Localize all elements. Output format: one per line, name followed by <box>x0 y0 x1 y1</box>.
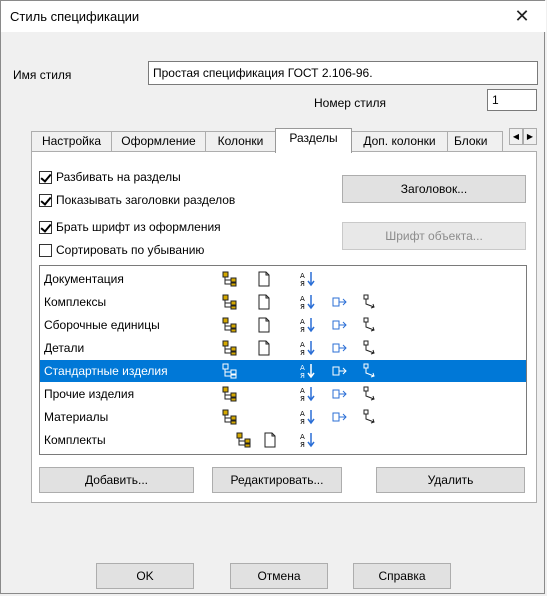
list-item[interactable]: Документация AЯ <box>40 268 526 290</box>
link-icon <box>332 317 348 333</box>
sort-icon: AЯ <box>300 432 316 448</box>
list-item-selected[interactable]: Стандартные изделия AЯ <box>40 360 526 382</box>
link-icon <box>332 363 348 379</box>
tab-settings[interactable]: Настройка <box>31 131 112 152</box>
tree-icon <box>222 386 238 402</box>
object-font-button[interactable]: Шрифт объекта... <box>342 222 526 250</box>
checkbox-box[interactable] <box>39 244 52 257</box>
sort-icon: AЯ <box>300 317 316 333</box>
tab-blocks[interactable]: Блоки <box>447 131 503 152</box>
tab-extra-columns[interactable]: Доп. колонки <box>351 131 448 152</box>
page-icon <box>256 317 272 333</box>
page-icon <box>256 294 272 310</box>
checkbox-box[interactable] <box>39 194 52 207</box>
list-item[interactable]: Прочие изделия AЯ <box>40 383 526 405</box>
svg-text:A: A <box>300 410 305 418</box>
svg-text:A: A <box>300 341 305 349</box>
dialog-title: Стиль спецификации <box>10 9 140 24</box>
tree-icon <box>222 340 238 356</box>
svg-text:Я: Я <box>300 395 305 402</box>
sort-icon: AЯ <box>300 409 316 425</box>
svg-text:Я: Я <box>300 303 305 310</box>
sort-icon: AЯ <box>300 363 316 379</box>
style-name-label: Имя стиля <box>13 68 72 82</box>
cancel-button[interactable]: Отмена <box>230 563 328 589</box>
link-icon <box>332 340 348 356</box>
style-number-label: Номер стиля <box>314 96 386 110</box>
list-item[interactable]: Детали AЯ <box>40 337 526 359</box>
tree-icon <box>222 317 238 333</box>
tab-layout[interactable]: Оформление <box>111 131 206 152</box>
edit-section-button[interactable]: Редактировать... <box>212 467 342 493</box>
svg-text:Я: Я <box>300 349 305 356</box>
delete-section-button[interactable]: Удалить <box>376 467 525 493</box>
arrow-icon <box>362 363 378 379</box>
header-button[interactable]: Заголовок... <box>342 175 526 203</box>
svg-text:Я: Я <box>300 326 305 333</box>
arrow-icon <box>362 386 378 402</box>
sort-icon: AЯ <box>300 386 316 402</box>
list-item[interactable]: Комплексы AЯ <box>40 291 526 313</box>
list-item[interactable]: Комплекты AЯ <box>40 429 526 451</box>
svg-text:A: A <box>300 387 305 395</box>
svg-text:A: A <box>300 318 305 326</box>
checkbox-box[interactable] <box>39 171 52 184</box>
sort-icon: AЯ <box>300 271 316 287</box>
arrow-icon <box>362 340 378 356</box>
arrow-icon <box>362 317 378 333</box>
spec-style-dialog: Стиль спецификации ✕ Имя стиля Простая с… <box>0 0 546 594</box>
svg-text:Я: Я <box>300 280 305 287</box>
tree-icon <box>222 271 238 287</box>
link-icon <box>332 409 348 425</box>
svg-text:Я: Я <box>300 418 305 425</box>
checkbox-box[interactable] <box>39 221 52 234</box>
svg-text:A: A <box>300 364 305 372</box>
link-icon <box>332 386 348 402</box>
svg-text:A: A <box>300 433 305 441</box>
svg-text:Я: Я <box>300 372 305 379</box>
tree-icon <box>222 409 238 425</box>
tab-scroll-left-icon[interactable]: ◀ <box>509 128 523 145</box>
tab-scroll-right-icon[interactable]: ▶ <box>523 128 537 145</box>
svg-text:A: A <box>300 295 305 303</box>
tree-icon <box>222 363 238 379</box>
page-icon <box>256 271 272 287</box>
arrow-icon <box>362 409 378 425</box>
style-name-input[interactable]: Простая спецификация ГОСТ 2.106-96. <box>148 61 538 85</box>
arrow-icon <box>362 294 378 310</box>
add-section-button[interactable]: Добавить... <box>39 467 194 493</box>
svg-text:Я: Я <box>300 441 305 448</box>
list-item[interactable]: Материалы AЯ <box>40 406 526 428</box>
help-button[interactable]: Справка <box>353 563 451 589</box>
close-icon[interactable]: ✕ <box>500 1 544 31</box>
page-icon <box>256 340 272 356</box>
list-item[interactable]: Сборочные единицы AЯ <box>40 314 526 336</box>
style-number-input[interactable]: 1 <box>487 89 537 111</box>
svg-text:A: A <box>300 272 305 280</box>
link-icon <box>332 294 348 310</box>
page-icon <box>262 432 278 448</box>
tab-columns[interactable]: Колонки <box>205 131 276 152</box>
tab-sections[interactable]: Разделы <box>275 128 352 153</box>
ok-button[interactable]: OK <box>96 563 194 589</box>
tree-icon <box>222 294 238 310</box>
sort-icon: AЯ <box>300 340 316 356</box>
title-bar: Стиль спецификации ✕ <box>1 1 546 32</box>
sort-icon: AЯ <box>300 294 316 310</box>
sections-list[interactable]: Документация AЯ Комплексы AЯ Сборочные е… <box>39 265 527 455</box>
tree-icon <box>236 432 252 448</box>
